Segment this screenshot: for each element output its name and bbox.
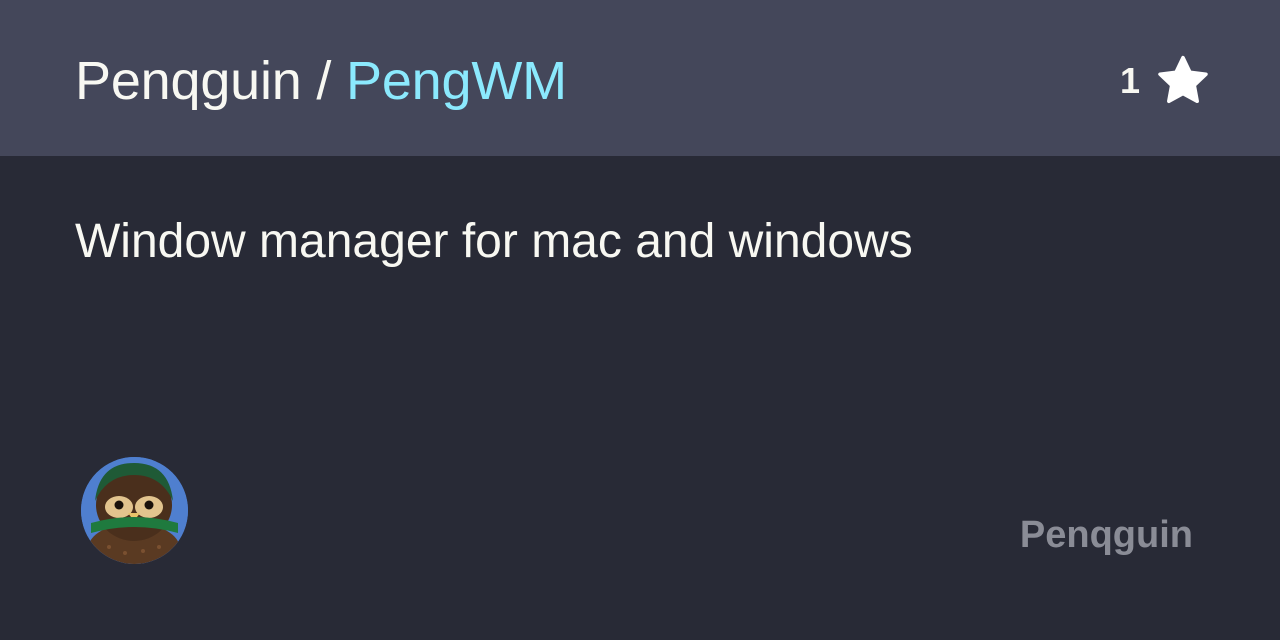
card-header: Penqguin / PengWM 1	[0, 0, 1280, 156]
star-counter[interactable]: 1	[1120, 53, 1210, 109]
repo-separator: /	[301, 51, 347, 111]
star-icon	[1158, 55, 1208, 104]
repo-title[interactable]: Penqguin / PengWM	[75, 50, 567, 112]
owner-name-footer[interactable]: Penqguin	[1020, 514, 1193, 557]
repo-card: Penqguin / PengWM 1 Window manager for m…	[0, 0, 1280, 640]
repo-name[interactable]: PengWM	[346, 51, 567, 111]
repo-owner[interactable]: Penqguin	[75, 51, 302, 111]
star-count: 1	[1119, 60, 1140, 101]
crochet-penguin-avatar-icon	[81, 457, 188, 564]
avatar[interactable]	[81, 457, 188, 564]
repo-description: Window manager for mac and windows	[75, 215, 913, 268]
